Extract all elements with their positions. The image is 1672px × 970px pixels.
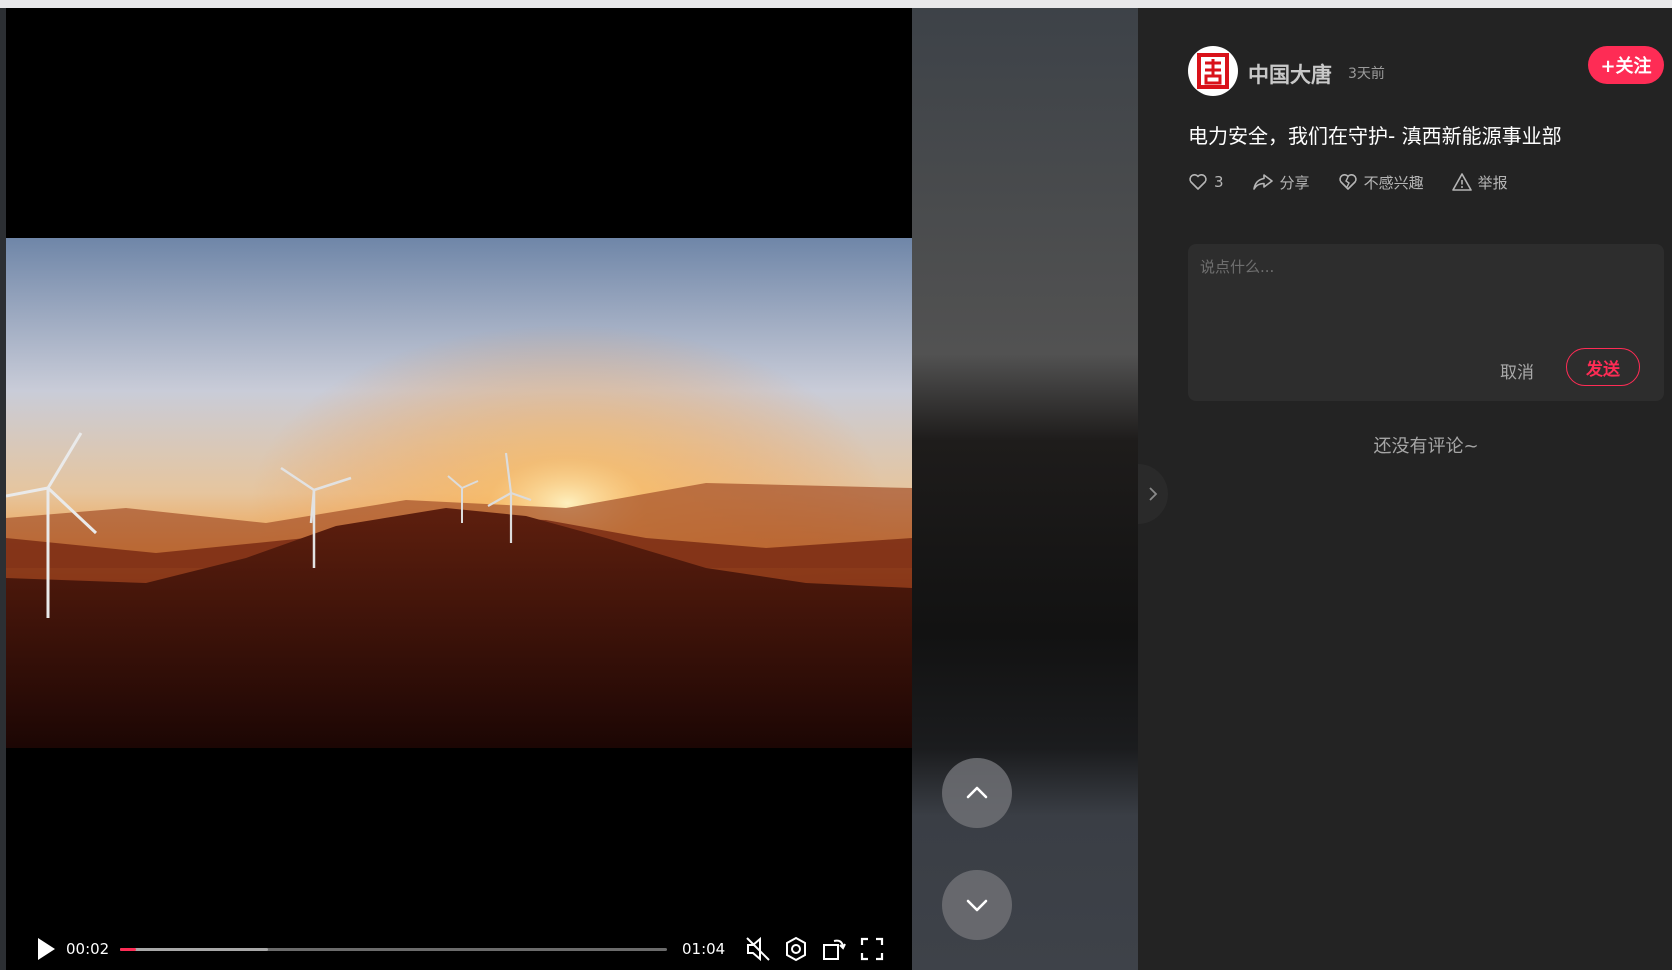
share-icon xyxy=(1252,174,1273,190)
avatar[interactable] xyxy=(1188,46,1238,96)
warning-icon xyxy=(1451,173,1472,191)
blurred-background-strip xyxy=(912,8,1138,970)
rotate-button[interactable] xyxy=(820,935,848,963)
not-interested-label: 不感兴趣 xyxy=(1363,173,1424,192)
comment-box: 取消 发送 xyxy=(1188,244,1664,401)
author-name[interactable]: 中国大唐 xyxy=(1248,59,1332,89)
buffered-bar xyxy=(120,948,268,951)
chevron-right-icon xyxy=(1149,487,1158,501)
detail-panel: 中国大唐 3天前 +关注 电力安全，我们在守护- 滇西新能源事业部 3 分享 不… xyxy=(1138,8,1672,970)
send-button[interactable]: 发送 xyxy=(1566,348,1640,386)
settings-button[interactable] xyxy=(782,935,810,963)
next-video-button[interactable] xyxy=(942,870,1012,940)
report-label: 举报 xyxy=(1477,173,1508,192)
browser-top-bar xyxy=(0,0,1672,8)
progress-bar[interactable] xyxy=(120,948,667,951)
played-bar xyxy=(120,948,137,951)
mute-button[interactable] xyxy=(744,935,772,963)
comment-input[interactable] xyxy=(1196,252,1660,340)
rotate-icon xyxy=(823,939,846,960)
play-icon xyxy=(38,938,55,960)
share-label: 分享 xyxy=(1279,173,1310,192)
brand-logo-icon xyxy=(1197,53,1229,89)
gear-icon xyxy=(786,936,806,962)
share-button[interactable]: 分享 xyxy=(1252,172,1310,193)
not-interested-button[interactable]: 不感兴趣 xyxy=(1338,172,1424,193)
like-count: 3 xyxy=(1214,173,1224,191)
empty-comments-text: 还没有评论~ xyxy=(1373,436,1479,457)
previous-video-button[interactable] xyxy=(942,758,1012,828)
heart-icon xyxy=(1189,174,1207,190)
fullscreen-button[interactable] xyxy=(858,935,886,963)
post-title: 电力安全，我们在守护- 滇西新能源事业部 xyxy=(1188,124,1562,148)
like-button[interactable]: 3 xyxy=(1188,172,1224,192)
chevron-down-icon xyxy=(966,899,988,912)
collapse-panel-button[interactable] xyxy=(1138,464,1168,524)
cancel-button[interactable]: 取消 xyxy=(1500,358,1534,383)
player-controls: 00:02 01:04 xyxy=(6,928,912,970)
play-button[interactable] xyxy=(30,934,60,964)
fullscreen-icon xyxy=(860,937,884,961)
speaker-muted-icon xyxy=(746,936,770,962)
video-player[interactable]: 00:02 01:04 xyxy=(6,8,912,970)
video-frame xyxy=(6,238,912,748)
action-bar: 3 分享 不感兴趣 举报 xyxy=(1188,170,1536,194)
current-time: 00:02 xyxy=(66,940,110,958)
broken-heart-icon xyxy=(1338,174,1357,190)
report-button[interactable]: 举报 xyxy=(1451,172,1508,193)
wind-turbine-sunset-scene xyxy=(6,238,912,748)
chevron-up-icon xyxy=(966,786,988,799)
duration-time: 01:04 xyxy=(682,940,726,958)
follow-button[interactable]: +关注 xyxy=(1588,46,1664,84)
post-time: 3天前 xyxy=(1348,66,1385,82)
